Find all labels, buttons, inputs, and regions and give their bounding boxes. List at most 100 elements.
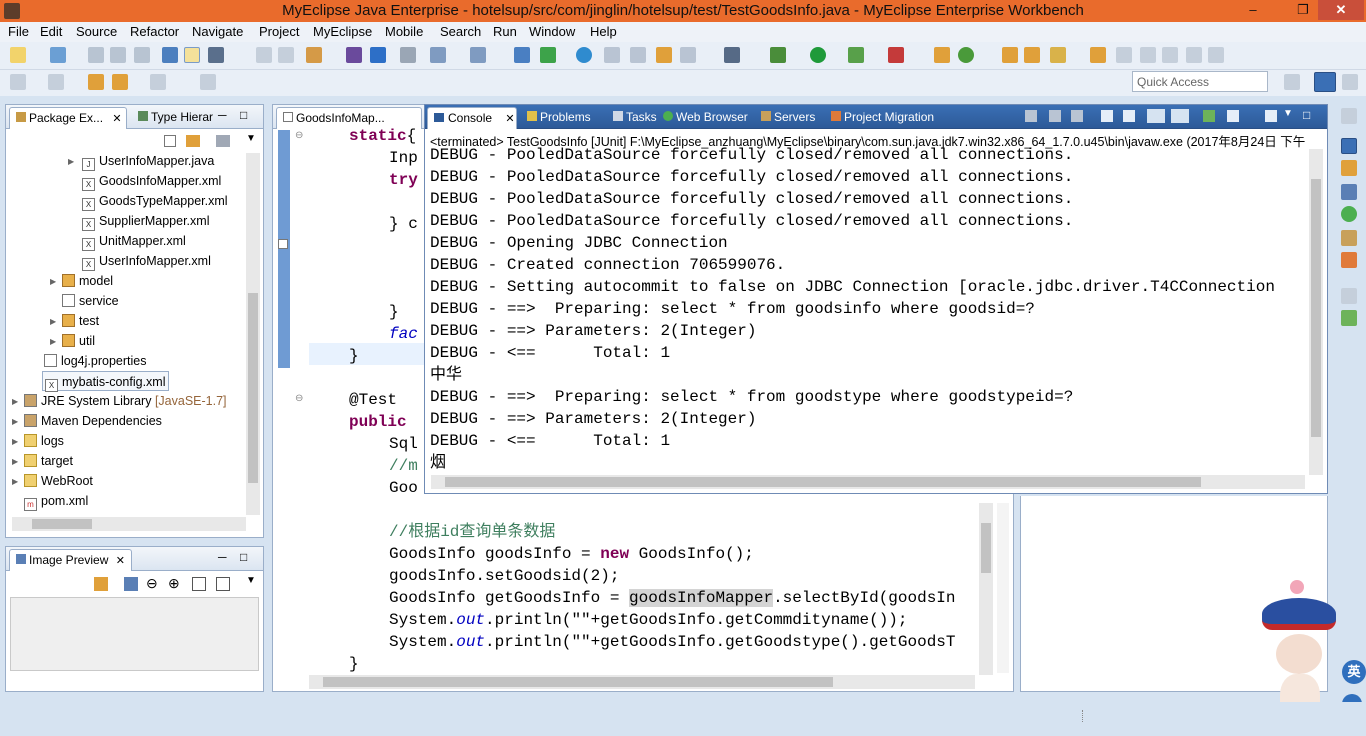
quick-access-input[interactable]: Quick Access bbox=[1132, 71, 1268, 92]
cube-icon[interactable] bbox=[370, 47, 386, 63]
open-folder-icon[interactable] bbox=[1002, 47, 1018, 63]
deploy-icon[interactable] bbox=[306, 47, 322, 63]
print-icon[interactable] bbox=[134, 47, 150, 63]
servers-view-icon[interactable] bbox=[1341, 230, 1357, 246]
forward-icon[interactable] bbox=[150, 74, 166, 90]
code-line[interactable]: GoodsInfo getGoodsInfo = goodsInfoMapper… bbox=[389, 587, 956, 609]
word-wrap-icon[interactable] bbox=[1147, 109, 1165, 123]
toggle-mark-icon[interactable] bbox=[184, 47, 200, 63]
pin-icon[interactable] bbox=[1116, 47, 1132, 63]
perspective-java-icon[interactable] bbox=[1314, 72, 1336, 92]
ime-indicator[interactable]: 英 bbox=[1342, 660, 1366, 684]
code-line[interactable]: GoodsInfo goodsInfo = new GoodsInfo(); bbox=[389, 543, 754, 565]
actual-size-icon[interactable] bbox=[192, 577, 206, 591]
minimize-view-icon[interactable]: ─ bbox=[218, 108, 227, 122]
tree-item[interactable]: Maven Dependencies bbox=[24, 411, 162, 431]
console-hscrollbar[interactable] bbox=[431, 475, 1305, 489]
menu-search[interactable]: Search bbox=[438, 24, 483, 39]
tasks-view-icon[interactable] bbox=[1341, 184, 1357, 200]
new-web-icon[interactable] bbox=[540, 47, 556, 63]
menu-window[interactable]: Window bbox=[527, 24, 577, 39]
back-icon[interactable] bbox=[112, 74, 128, 90]
sync-icon[interactable] bbox=[94, 577, 108, 591]
fold-icon[interactable]: ⊖ bbox=[295, 393, 303, 404]
tree-item[interactable]: log4j.properties bbox=[44, 351, 146, 371]
menu-help[interactable]: Help bbox=[588, 24, 619, 39]
external-tools-icon[interactable] bbox=[888, 47, 904, 63]
code-line[interactable]: System.out.println(""+getGoodsInfo.getGo… bbox=[389, 631, 956, 653]
open-type-icon[interactable] bbox=[162, 47, 178, 63]
code-line[interactable]: public bbox=[349, 411, 407, 433]
tree-item[interactable]: X GoodsInfoMapper.xml bbox=[82, 171, 221, 191]
expand-triangle-icon[interactable]: ▶ bbox=[50, 337, 56, 346]
menu-project[interactable]: Project bbox=[257, 24, 301, 39]
tab-web-browser[interactable]: Web Browser bbox=[657, 107, 754, 129]
link-icon[interactable] bbox=[1140, 47, 1156, 63]
show-console-icon[interactable] bbox=[1171, 109, 1189, 123]
restore-icon[interactable] bbox=[1341, 108, 1357, 124]
expand-triangle-icon[interactable]: ▶ bbox=[50, 277, 56, 286]
tree-item[interactable]: logs bbox=[24, 431, 64, 451]
tab-type-hierarchy[interactable]: Type Hierar bbox=[132, 107, 219, 129]
editor-hscrollbar[interactable] bbox=[309, 675, 975, 689]
code-line[interactable]: goodsInfo.setGoodsid(2); bbox=[389, 565, 619, 587]
tree-item[interactable]: X UserInfoMapper.xml bbox=[82, 251, 211, 271]
remove-all-icon[interactable] bbox=[1071, 110, 1083, 122]
tree-item[interactable]: WebRoot bbox=[24, 471, 93, 491]
tree-item[interactable]: service bbox=[62, 291, 119, 311]
perspective2-icon[interactable] bbox=[1342, 74, 1358, 90]
code-line[interactable]: Sql bbox=[389, 433, 418, 455]
profile-icon[interactable] bbox=[470, 47, 486, 63]
editor-vscrollbar[interactable] bbox=[979, 503, 993, 675]
view-menu-chevron-icon[interactable]: ▼ bbox=[246, 133, 256, 144]
menu-mobile[interactable]: Mobile bbox=[383, 24, 425, 39]
menu-myeclipse[interactable]: MyEclipse bbox=[311, 24, 374, 39]
prev-annotation-icon[interactable] bbox=[48, 74, 64, 90]
code-line[interactable]: } c bbox=[389, 213, 418, 235]
scroll-thumb[interactable] bbox=[323, 677, 833, 687]
remove-launch-icon[interactable] bbox=[1049, 110, 1061, 122]
scroll-thumb[interactable] bbox=[1311, 179, 1321, 437]
open-console-icon[interactable] bbox=[1265, 110, 1277, 122]
code-line[interactable]: static{ bbox=[349, 125, 416, 147]
pencil-icon[interactable] bbox=[1050, 47, 1066, 63]
migration-view-icon[interactable] bbox=[1341, 252, 1357, 268]
menu-source[interactable]: Source bbox=[74, 24, 119, 39]
menu-navigate[interactable]: Navigate bbox=[190, 24, 245, 39]
link-with-editor-icon[interactable] bbox=[186, 135, 200, 147]
restore-view-icon[interactable]: □ bbox=[1303, 108, 1310, 122]
new-icon[interactable] bbox=[10, 47, 26, 63]
code-line[interactable]: } bbox=[389, 301, 399, 323]
doc-icon[interactable] bbox=[1162, 47, 1178, 63]
run-tools-icon[interactable] bbox=[430, 47, 446, 63]
console-view-icon[interactable] bbox=[1341, 138, 1357, 154]
tab-image-preview[interactable]: Image Preview ✕ bbox=[9, 549, 132, 571]
zoom-in-icon[interactable]: ⊕ bbox=[168, 575, 180, 592]
problems-view-icon[interactable] bbox=[1341, 160, 1357, 176]
package-icon[interactable] bbox=[346, 47, 362, 63]
undo-icon[interactable] bbox=[256, 47, 272, 63]
code-line[interactable]: Inp bbox=[389, 147, 418, 169]
scroll-thumb[interactable] bbox=[32, 519, 92, 529]
save-icon[interactable] bbox=[88, 47, 104, 63]
scroll-thumb[interactable] bbox=[445, 477, 1201, 487]
expand-triangle-icon[interactable]: ▶ bbox=[68, 157, 74, 166]
tree-item[interactable]: X UnitMapper.xml bbox=[82, 231, 186, 251]
refresh-icon[interactable] bbox=[958, 47, 974, 63]
scroll-thumb[interactable] bbox=[981, 523, 991, 573]
tree-item[interactable]: util bbox=[62, 331, 95, 351]
console-vscrollbar[interactable] bbox=[1309, 149, 1323, 475]
minimize-button[interactable]: – bbox=[1240, 0, 1266, 20]
close-tab-icon[interactable]: ✕ bbox=[505, 113, 514, 125]
new-server-icon[interactable] bbox=[514, 47, 530, 63]
close-tab-icon[interactable]: ✕ bbox=[116, 555, 125, 567]
restore2-icon[interactable] bbox=[1341, 288, 1357, 304]
open-console-chevron-icon[interactable]: ▼ bbox=[1283, 108, 1293, 119]
zoom-out-icon[interactable]: ⊖ bbox=[146, 575, 158, 592]
outline-view-icon[interactable] bbox=[1341, 310, 1357, 326]
restore-button[interactable]: ❐ bbox=[1290, 0, 1316, 20]
code-line[interactable]: fac bbox=[389, 323, 418, 345]
tree-item[interactable]: J UserInfoMapper.java bbox=[82, 151, 214, 171]
tree-item[interactable]: model bbox=[62, 271, 113, 291]
expand-triangle-icon[interactable]: ▶ bbox=[12, 417, 18, 426]
